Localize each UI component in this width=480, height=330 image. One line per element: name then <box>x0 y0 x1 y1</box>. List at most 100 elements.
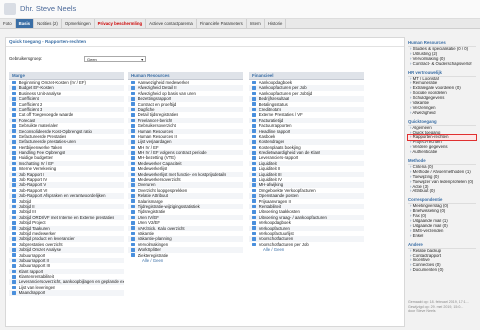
report-checkbox[interactable] <box>131 177 135 182</box>
report-checkbox[interactable] <box>131 188 135 193</box>
report-checkbox[interactable] <box>12 129 16 133</box>
report-checkbox[interactable] <box>252 107 256 112</box>
report-checkbox[interactable] <box>131 248 135 252</box>
report-checkbox[interactable] <box>12 145 16 150</box>
tab-financi-le-parameters[interactable]: Financiële Parameters <box>197 19 247 28</box>
tab-opmerkingen[interactable]: Opmerkingen <box>62 19 95 28</box>
report-checkbox[interactable] <box>131 237 135 241</box>
report-checkbox[interactable] <box>12 140 16 144</box>
report-checkbox[interactable] <box>131 91 135 96</box>
report-checkbox[interactable] <box>12 269 16 274</box>
report-checkbox[interactable] <box>12 124 16 128</box>
report-checkbox[interactable] <box>252 86 256 90</box>
report-checkbox[interactable] <box>131 226 135 231</box>
report-checkbox[interactable] <box>12 172 16 177</box>
report-checkbox[interactable] <box>131 194 135 198</box>
report-checkbox[interactable] <box>131 80 135 85</box>
report-checkbox[interactable] <box>12 118 16 123</box>
report-checkbox[interactable] <box>252 215 256 220</box>
report-checkbox[interactable] <box>12 177 16 182</box>
report-checkbox[interactable] <box>252 177 256 182</box>
tab-historie[interactable]: Historie <box>265 19 287 28</box>
report-checkbox[interactable] <box>131 210 135 214</box>
report-checkbox[interactable] <box>12 134 16 139</box>
tab-actieve-contactparema[interactable]: Actieve contactparema <box>146 19 197 28</box>
report-checkbox[interactable] <box>12 280 16 284</box>
report-checkbox[interactable] <box>252 199 256 204</box>
report-checkbox[interactable] <box>252 80 256 85</box>
report-checkbox[interactable] <box>131 199 135 204</box>
report-checkbox[interactable] <box>252 194 256 198</box>
report-checkbox[interactable] <box>12 258 16 263</box>
report-checkbox[interactable] <box>252 124 256 128</box>
report-checkbox[interactable] <box>131 204 135 209</box>
report-checkbox[interactable] <box>252 226 256 231</box>
report-checkbox[interactable] <box>131 150 135 155</box>
report-checkbox[interactable] <box>131 86 135 90</box>
report-checkbox[interactable] <box>252 118 256 123</box>
report-checkbox[interactable] <box>252 91 256 96</box>
sidebar-item[interactable]: › Contract- & Ouderschapsverlof <box>408 62 476 67</box>
report-checkbox[interactable] <box>131 253 135 257</box>
report-checkbox[interactable] <box>12 274 16 279</box>
report-checkbox[interactable] <box>131 161 135 166</box>
report-checkbox[interactable] <box>12 183 16 187</box>
tab-basis[interactable]: Basis <box>15 19 35 28</box>
report-checkbox[interactable] <box>12 102 16 107</box>
report-checkbox[interactable] <box>252 188 256 193</box>
report-checkbox[interactable] <box>131 140 135 144</box>
report-checkbox[interactable] <box>12 167 16 171</box>
report-checkbox[interactable] <box>252 221 256 225</box>
report-checkbox[interactable] <box>12 285 16 290</box>
report-checkbox[interactable] <box>131 102 135 107</box>
report-checkbox[interactable] <box>12 242 16 247</box>
report-checkbox[interactable] <box>12 113 16 117</box>
report-checkbox[interactable] <box>252 172 256 177</box>
report-checkbox[interactable] <box>12 248 16 252</box>
tab-intern[interactable]: Intern <box>247 19 265 28</box>
report-checkbox[interactable] <box>12 253 16 257</box>
report-checkbox[interactable] <box>131 231 135 236</box>
report-checkbox[interactable] <box>12 150 16 155</box>
report-checkbox[interactable] <box>12 204 16 209</box>
report-checkbox[interactable] <box>252 97 256 101</box>
report-checkbox[interactable] <box>131 183 135 187</box>
report-checkbox[interactable] <box>252 140 256 144</box>
report-checkbox[interactable] <box>131 167 135 171</box>
report-checkbox[interactable] <box>252 134 256 139</box>
report-checkbox[interactable] <box>131 156 135 160</box>
report-checkbox[interactable] <box>12 91 16 96</box>
tab-foto[interactable]: Foto <box>0 19 16 28</box>
report-checkbox[interactable] <box>12 188 16 193</box>
report-checkbox[interactable] <box>12 80 16 85</box>
report-checkbox[interactable] <box>131 145 135 150</box>
tab-privacy-beschermling[interactable]: Privacy beschermling <box>95 19 147 28</box>
report-checkbox[interactable] <box>131 97 135 101</box>
report-checkbox[interactable] <box>131 107 135 112</box>
report-checkbox[interactable] <box>12 237 16 241</box>
report-checkbox[interactable] <box>131 129 135 133</box>
report-checkbox[interactable] <box>252 210 256 214</box>
report-checkbox[interactable] <box>12 86 16 90</box>
report-checkbox[interactable] <box>12 199 16 204</box>
tab-notities-2[interactable]: Notities (2) <box>34 19 62 28</box>
report-checkbox[interactable] <box>12 97 16 101</box>
report-checkbox[interactable] <box>131 215 135 220</box>
sidebar-item[interactable]: › Documenten (0) <box>408 268 476 273</box>
report-checkbox[interactable] <box>131 172 135 177</box>
report-checkbox[interactable] <box>131 113 135 117</box>
report-checkbox[interactable] <box>131 242 135 247</box>
report-checkbox[interactable] <box>12 226 16 231</box>
report-checkbox[interactable] <box>252 231 256 236</box>
report-checkbox[interactable] <box>252 242 256 247</box>
report-checkbox[interactable] <box>12 194 16 198</box>
sidebar-item[interactable]: › Attribuut (0) <box>408 189 476 194</box>
select-none-link[interactable]: Geen <box>153 258 164 263</box>
report-checkbox[interactable] <box>12 231 16 236</box>
sidebar-item[interactable]: › Afwezigheid <box>408 111 476 116</box>
report-checkbox[interactable] <box>131 118 135 123</box>
report-checkbox[interactable] <box>131 221 135 225</box>
report-checkbox[interactable] <box>12 221 16 225</box>
report-checkbox[interactable] <box>252 237 256 241</box>
report-checkbox[interactable] <box>12 210 16 214</box>
